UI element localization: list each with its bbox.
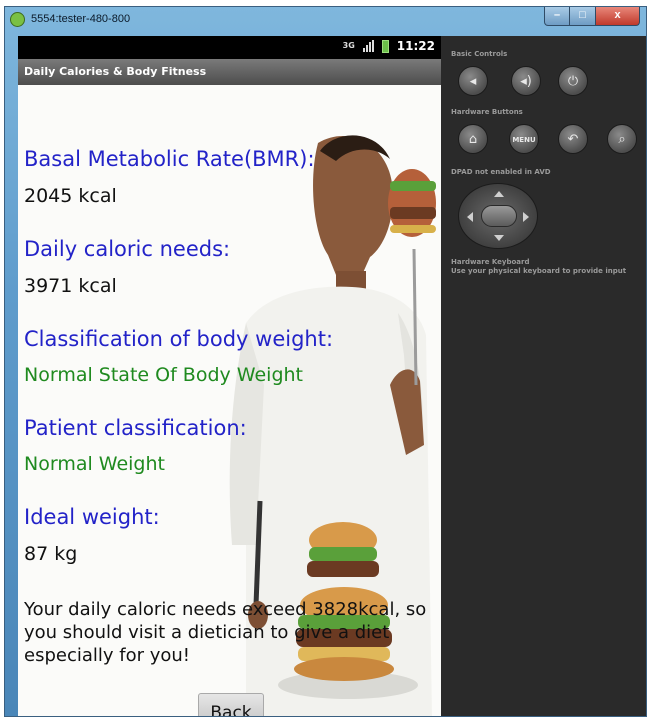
basic-controls-label: Basic Controls (451, 50, 508, 58)
signal-icon (362, 40, 374, 52)
network-type-label: 3G (342, 41, 355, 50)
body-weight-classification-label: Classification of body weight: (24, 327, 334, 351)
dpad-center-button[interactable] (481, 205, 517, 227)
dpad-down-icon[interactable] (494, 235, 504, 241)
menu-button[interactable]: MENU (509, 124, 539, 154)
status-bar: 3G 11:22 (18, 36, 441, 59)
app-title-bar: Daily Calories & Body Fitness (18, 59, 441, 85)
android-app-icon (10, 12, 25, 27)
window-controls: – □ x (544, 7, 640, 26)
maximize-button[interactable]: □ (570, 7, 596, 26)
close-button[interactable]: x (596, 7, 640, 26)
status-icons: 3G 11:22 (343, 39, 435, 53)
ideal-weight-value: 87 kg (24, 543, 78, 565)
back-button[interactable]: Back (198, 693, 264, 716)
bmr-label: Basal Metabolic Rate(BMR): (24, 147, 315, 171)
dpad-up-icon[interactable] (494, 191, 504, 197)
battery-icon (381, 39, 389, 53)
home-icon[interactable]: ⌂ (458, 124, 488, 154)
window-title: 5554:tester-480-800 (31, 13, 131, 25)
window-titlebar[interactable]: 5554:tester-480-800 – □ x (5, 7, 646, 33)
diet-advice-message: Your daily caloric needs exceed 3828kcal… (24, 599, 427, 666)
status-clock: 11:22 (396, 39, 435, 53)
dpad[interactable] (458, 183, 538, 249)
device-screen: 3G 11:22 Daily Calories & Body Fitness B… (18, 36, 441, 716)
body-weight-classification-value: Normal State Of Body Weight (24, 364, 303, 386)
emulator-controls-panel: Basic Controls ◂ ◂) ⏻ Hardware Buttons ⌂… (441, 36, 646, 716)
hardware-keyboard-title: Hardware Keyboard (451, 258, 530, 266)
dpad-left-icon[interactable] (467, 212, 473, 222)
daily-caloric-needs-label: Daily caloric needs: (24, 237, 231, 261)
minimize-button[interactable]: – (544, 7, 570, 26)
emulator-window: 5554:tester-480-800 – □ x 3G 11:22 Daily… (4, 6, 647, 717)
dpad-label: DPAD not enabled in AVD (451, 168, 551, 176)
dpad-right-icon[interactable] (523, 212, 529, 222)
volume-up-icon[interactable]: ◂) (511, 66, 541, 96)
app-title: Daily Calories & Body Fitness (24, 65, 207, 78)
daily-caloric-needs-value: 3971 kcal (24, 275, 117, 297)
power-icon[interactable]: ⏻ (558, 66, 588, 96)
ideal-weight-label: Ideal weight: (24, 505, 160, 529)
patient-classification-label: Patient classification: (24, 416, 247, 440)
back-arrow-icon[interactable]: ↶ (558, 124, 588, 154)
hardware-keyboard-hint: Use your physical keyboard to provide in… (451, 267, 627, 275)
hardware-buttons-label: Hardware Buttons (451, 108, 523, 116)
bmr-value: 2045 kcal (24, 185, 117, 207)
patient-classification-value: Normal Weight (24, 453, 165, 475)
volume-down-icon[interactable]: ◂ (458, 66, 488, 96)
search-icon[interactable]: ⌕ (607, 124, 637, 154)
